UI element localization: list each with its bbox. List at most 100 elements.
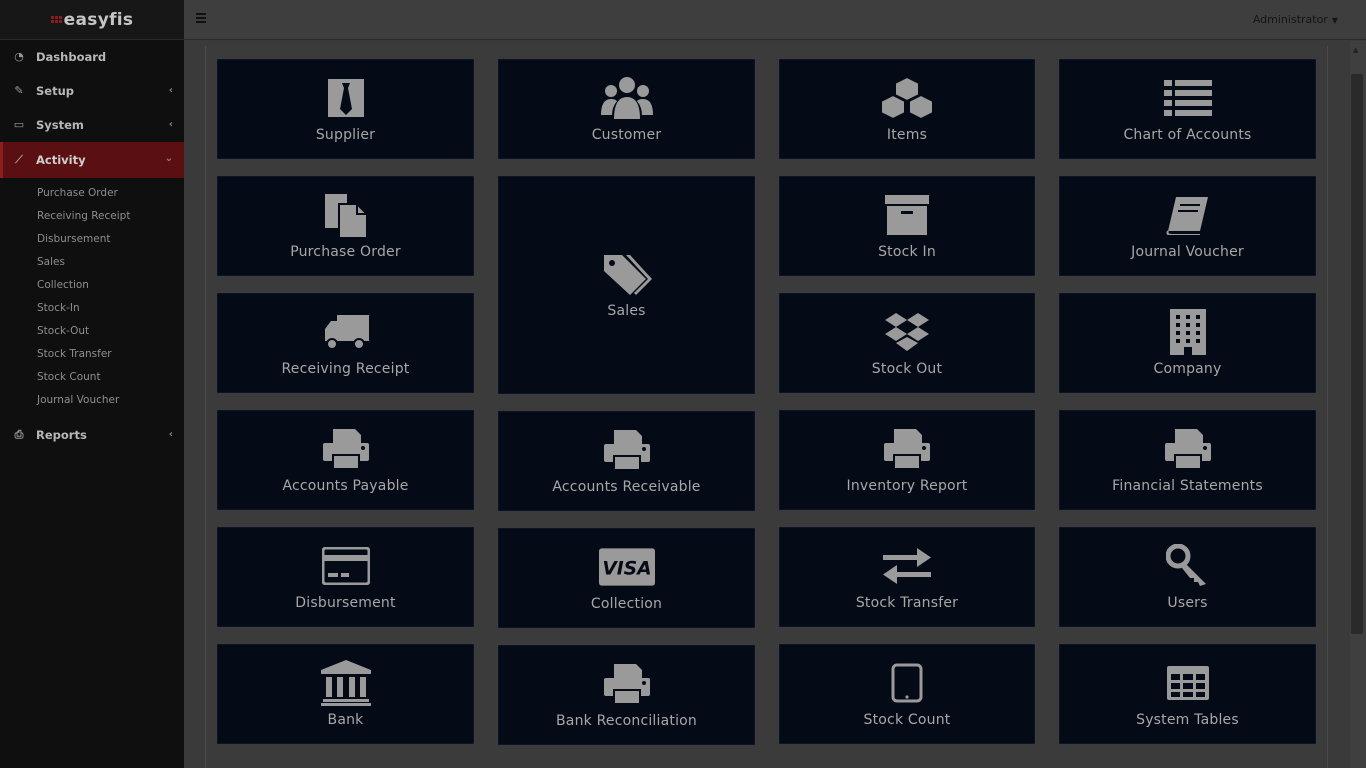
files-icon (318, 192, 374, 238)
tile-label: Bank Reconciliation (555, 713, 698, 729)
tie-icon (318, 75, 374, 121)
sidebar-item-label: Activity (36, 153, 86, 167)
tile-label: Inventory Report (846, 478, 968, 494)
tile-bank[interactable]: Bank (217, 644, 474, 744)
submenu-item-stock-count[interactable]: Stock Count (0, 366, 184, 389)
tile-label: Receiving Receipt (281, 361, 410, 377)
tile-label: Stock In (878, 244, 936, 260)
credit-card-icon (318, 543, 374, 589)
table-icon (1160, 660, 1216, 706)
brand-name: easyfis (63, 9, 134, 30)
tablet-icon (879, 660, 935, 706)
print-icon: ⎙ (14, 428, 24, 441)
sidebar-item-system[interactable]: ▭ System ‹ (0, 108, 184, 142)
tile-label: Purchase Order (290, 244, 401, 260)
sidebar-item-label: Reports (36, 428, 87, 442)
tile-users[interactable]: Users (1059, 527, 1316, 627)
tile-label: Chart of Accounts (1123, 127, 1252, 143)
tile-stock-in[interactable]: Stock In (779, 176, 1035, 276)
hamburger-menu-icon[interactable] (196, 13, 206, 23)
tile-label: Customer (591, 127, 662, 143)
tile-items[interactable]: Items (779, 59, 1035, 159)
tile-customer[interactable]: Customer (498, 59, 755, 159)
tile-label: System Tables (1136, 712, 1239, 728)
tile-label: Collection (590, 596, 663, 612)
user-name: Administrator (1252, 13, 1328, 26)
edit-icon: ✎ (14, 84, 24, 97)
scrollbar-thumb[interactable] (1351, 74, 1363, 634)
topbar: Administrator ▼ (184, 0, 1366, 40)
brand-mark-icon (50, 16, 62, 23)
visa-icon: VISA (598, 544, 655, 590)
tile-accounts-receivable[interactable]: Accounts Receivable (498, 411, 755, 511)
tile-supplier[interactable]: Supplier (217, 59, 474, 159)
submenu-item-receiving-receipt[interactable]: Receiving Receipt (0, 205, 184, 228)
tile-system-tables[interactable]: System Tables (1059, 644, 1316, 744)
printer-icon (1160, 426, 1216, 472)
tile-financial-statements[interactable]: Financial Statements (1059, 410, 1316, 510)
cubes-icon (879, 75, 935, 121)
line-chart-icon: ⟋ (15, 153, 23, 166)
tile-label: Disbursement (295, 595, 396, 611)
submenu-item-journal-voucher[interactable]: Journal Voucher (0, 389, 184, 412)
tile-label: Bank (327, 712, 364, 728)
truck-icon (318, 309, 374, 355)
submenu-item-disbursement[interactable]: Disbursement (0, 228, 184, 251)
book-icon (1160, 192, 1216, 238)
tile-label: Stock Out (871, 361, 943, 377)
key-icon (1160, 543, 1216, 589)
bank-icon (318, 660, 374, 706)
tile-accounts-payable[interactable]: Accounts Payable (217, 410, 474, 510)
exchange-icon (879, 543, 935, 589)
tile-label: Sales (607, 303, 646, 319)
chevron-left-icon: ‹ (168, 85, 173, 96)
scroll-up-icon[interactable]: ▲ (1353, 46, 1361, 54)
tile-label: Users (1167, 595, 1208, 611)
tile-sales[interactable]: Sales (498, 176, 755, 394)
sidebar-item-dashboard[interactable]: ◔ Dashboard (0, 40, 184, 74)
submenu-item-stock-in[interactable]: Stock-In (0, 297, 184, 320)
tile-stock-count[interactable]: Stock Count (779, 644, 1035, 744)
monitor-icon: ▭ (13, 118, 25, 131)
submenu-item-collection[interactable]: Collection (0, 274, 184, 297)
list-icon (1160, 75, 1216, 121)
tile-bank-reconciliation[interactable]: Bank Reconciliation (498, 645, 755, 745)
submenu-item-purchase-order[interactable]: Purchase Order (0, 182, 184, 205)
tags-icon (599, 251, 655, 297)
tile-journal-voucher[interactable]: Journal Voucher (1059, 176, 1316, 276)
sidebar-item-label: System (36, 118, 84, 132)
brand-logo[interactable]: easyfis (0, 0, 184, 40)
submenu-item-stock-out[interactable]: Stock-Out (0, 320, 184, 343)
tile-receiving-receipt[interactable]: Receiving Receipt (217, 293, 474, 393)
tile-label: Accounts Payable (282, 478, 409, 494)
sidebar-item-label: Dashboard (36, 50, 107, 64)
sidebar-item-label: Setup (36, 84, 74, 98)
tile-collection[interactable]: VISA Collection (498, 528, 755, 628)
chevron-down-icon: ⌄ (164, 153, 173, 164)
tile-label: Accounts Receivable (552, 479, 701, 495)
tile-stock-out[interactable]: Stock Out (779, 293, 1035, 393)
tile-purchase-order[interactable]: Purchase Order (217, 176, 474, 276)
caret-down-icon: ▼ (1331, 16, 1338, 25)
printer-icon (318, 426, 374, 472)
svg-text:VISA: VISA (602, 558, 651, 579)
sidebar: easyfis ◔ Dashboard ✎ Setup ‹ ▭ System ‹… (0, 0, 184, 768)
dropbox-icon (879, 309, 935, 355)
user-dropdown[interactable]: Administrator ▼ (1253, 13, 1338, 26)
dashboard-icon: ◔ (14, 50, 24, 63)
chevron-left-icon: ‹ (168, 119, 173, 130)
sidebar-menu: ◔ Dashboard ✎ Setup ‹ ▭ System ‹ ⟋ Activ… (0, 40, 184, 178)
printer-icon (599, 661, 655, 707)
sidebar-item-activity[interactable]: ⟋ Activity ⌄ (0, 142, 184, 178)
tile-disbursement[interactable]: Disbursement (217, 527, 474, 627)
submenu-item-stock-transfer[interactable]: Stock Transfer (0, 343, 184, 366)
sidebar-item-setup[interactable]: ✎ Setup ‹ (0, 74, 184, 108)
tile-chart-of-accounts[interactable]: Chart of Accounts (1059, 59, 1316, 159)
tile-label: Financial Statements (1112, 478, 1263, 494)
tile-company[interactable]: Company (1059, 293, 1316, 393)
tile-inventory-report[interactable]: Inventory Report (779, 410, 1035, 510)
tile-stock-transfer[interactable]: Stock Transfer (779, 527, 1035, 627)
tile-label: Company (1153, 361, 1222, 377)
submenu-item-sales[interactable]: Sales (0, 251, 184, 274)
sidebar-item-reports[interactable]: ⎙ Reports ‹ (0, 418, 184, 452)
